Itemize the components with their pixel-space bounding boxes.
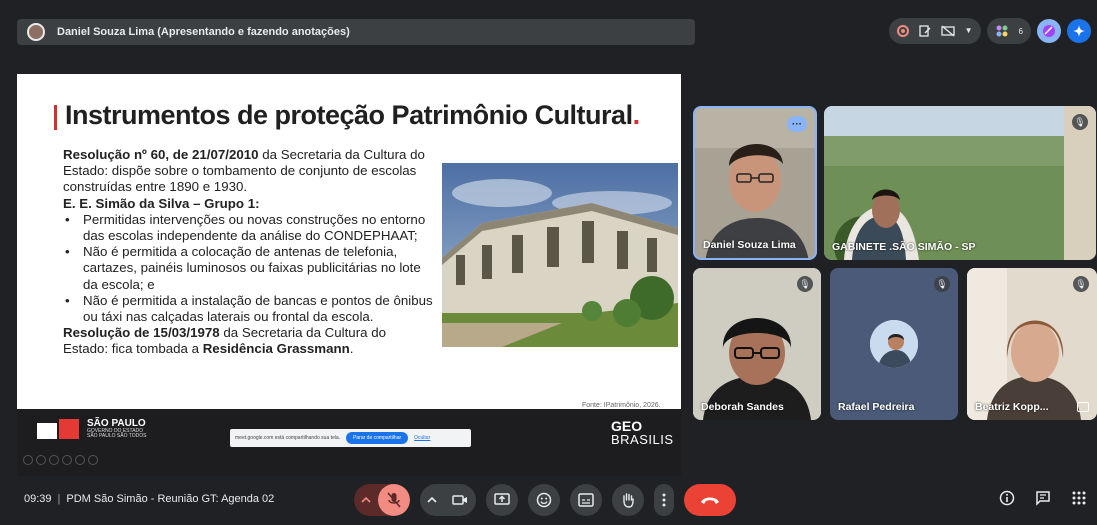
side-panel-controls [997, 486, 1089, 510]
top-controls: ▼ 6 [888, 17, 1091, 45]
paragraph-resolucao-1978: Resolução de 15/03/1978 da Secretaria da… [63, 325, 433, 357]
leave-call-button[interactable] [684, 484, 736, 516]
meet-window: Daniel Souza Lima (Apresentando e fazend… [0, 0, 1097, 525]
slide-title: Instrumentos de proteção Patrimônio Cult… [65, 100, 640, 131]
present-icon [494, 493, 510, 505]
raise-hand-icon [623, 493, 634, 508]
zoom-icon[interactable] [62, 455, 72, 465]
resolucao-1978-bold: Resolução de 15/03/1978 [63, 325, 220, 341]
sp-logo-icon [37, 419, 82, 443]
presenter-avatar [27, 23, 45, 41]
resolucao-1978-end: . [349, 341, 354, 357]
present-off-icon[interactable] [940, 25, 955, 37]
top-tools-pill: ▼ [888, 18, 981, 44]
mic-off-icon: 🎙 [934, 276, 950, 292]
people-pill[interactable]: 6 [986, 18, 1031, 44]
bullet-item: Permitidas intervenções ou novas constru… [63, 212, 433, 244]
share-message: meet.google.com está compartilhando sua … [235, 435, 341, 441]
hangup-icon [701, 497, 719, 504]
geo-logo-bottom: BRASILIS [611, 432, 674, 447]
participant-name: Rafael Pedreira [838, 401, 915, 413]
participant-name: Beatriz Kopp... [975, 401, 1049, 413]
participant-name: Daniel Souza Lima [703, 239, 796, 251]
chat-icon[interactable] [1033, 486, 1053, 510]
gemini-button[interactable] [1067, 19, 1091, 43]
camera-icon [452, 495, 467, 505]
meeting-time: 09:39 [24, 493, 52, 505]
participant-tile[interactable]: 🎙 Rafael Pedreira [830, 268, 958, 420]
reactions-button[interactable] [528, 484, 560, 516]
camera-group [420, 484, 476, 516]
stop-sharing-button[interactable]: Parar de compartilhar [346, 432, 409, 444]
avatar [870, 320, 918, 368]
slide-nav [23, 455, 98, 465]
hide-notice-link[interactable]: Ocultar [414, 435, 430, 441]
pen-icon[interactable] [49, 455, 59, 465]
image-caption: Fonte: IPatrimônio, 2026. [582, 402, 661, 409]
call-controls [354, 484, 736, 516]
bullet-item: Não é permitida a colocação de antenas d… [63, 244, 433, 293]
shared-slide: Instrumentos de proteção Patrimônio Cult… [17, 74, 681, 476]
more-options-icon[interactable]: ··· [787, 116, 807, 132]
participant-name: GABINETE .SÃO SIMÃO - SP [832, 241, 976, 253]
sp-logo: SÃO PAULO GOVERNO DO ESTADO SÃO PAULO SÃ… [87, 419, 146, 439]
participant-video [824, 106, 1096, 260]
title-accent-bar [54, 105, 57, 130]
slides-icon[interactable] [75, 455, 85, 465]
residencia-grassmann: Residência Grassmann [202, 341, 350, 357]
options-icon[interactable] [88, 455, 98, 465]
people-icon [995, 24, 1009, 38]
mic-group [354, 484, 410, 516]
mic-off-icon: 🎙 [1072, 114, 1088, 130]
mic-off-icon: 🎙 [797, 276, 813, 292]
next-slide-icon[interactable] [36, 455, 46, 465]
mic-off-icon [387, 492, 401, 508]
chevron-down-icon[interactable]: ▼ [965, 27, 973, 35]
participant-tile[interactable]: 🎙 Beatriz Kopp... [967, 268, 1097, 420]
mic-off-icon: 🎙 [1073, 276, 1089, 292]
mic-off-button[interactable] [378, 484, 410, 516]
participant-count: 6 [1018, 26, 1023, 36]
emoji-icon [536, 492, 552, 508]
mic-options-chevron-icon[interactable] [354, 484, 378, 516]
paragraph-resolucao-60: Resolução nº 60, de 21/07/2010 da Secret… [63, 147, 433, 196]
separator: | [57, 493, 61, 505]
slide-footer: SÃO PAULO GOVERNO DO ESTADO SÃO PAULO SÃ… [17, 409, 681, 476]
apps-icon[interactable] [1069, 486, 1089, 510]
record-icon[interactable] [896, 25, 909, 37]
slide-title-text: Instrumentos de proteção Patrimônio Cult… [65, 100, 633, 130]
raise-hand-button[interactable] [612, 484, 644, 516]
camera-button[interactable] [444, 484, 476, 516]
present-button[interactable] [486, 484, 518, 516]
meeting-title: PDM São Simão - Reunião GT: Agenda 02 [66, 493, 275, 505]
participant-name: Deborah Sandes [701, 401, 784, 413]
bullet-item: Não é permitida a instalação de bancas e… [63, 293, 433, 325]
meeting-info: 09:39 | PDM São Simão - Reunião GT: Agenda… [24, 493, 274, 505]
pip-icon[interactable] [1077, 402, 1089, 412]
sp-logo-tagline: SÃO PAULO SÃO TODOS [87, 433, 147, 439]
captions-button[interactable] [570, 484, 602, 516]
geobrasilis-logo: GEO BRASILIS [611, 419, 674, 446]
slide-title-dot: . [632, 100, 641, 130]
prev-slide-icon[interactable] [23, 455, 33, 465]
school-building-photo [442, 163, 678, 347]
subheading-text: E. E. Simão da Silva – Grupo 1: [63, 195, 260, 211]
screen-share-notice: meet.google.com está compartilhando sua … [230, 429, 471, 447]
camera-options-chevron-icon[interactable] [420, 484, 444, 516]
slide-body: Resolução nº 60, de 21/07/2010 da Secret… [63, 147, 433, 358]
participant-tile[interactable]: 🎙 GABINETE .SÃO SIMÃO - SP [824, 106, 1096, 260]
more-vert-icon [662, 493, 666, 507]
participant-tile[interactable]: 🎙 Deborah Sandes [693, 268, 821, 420]
info-icon[interactable] [997, 486, 1017, 510]
annotate-icon[interactable] [918, 25, 931, 37]
more-options-button[interactable] [654, 484, 674, 516]
participant-tile[interactable]: ··· Daniel Souza Lima [693, 106, 817, 260]
subheading: E. E. Simão da Silva – Grupo 1: [63, 196, 433, 212]
geo-logo-top: GEO [611, 418, 643, 434]
presenter-bar: Daniel Souza Lima (Apresentando e fazend… [17, 19, 695, 45]
captions-icon [578, 493, 594, 507]
presenter-label: Daniel Souza Lima (Apresentando e fazend… [57, 26, 350, 38]
resolucao-60-bold: Resolução nº 60, de 21/07/2010 [63, 147, 259, 162]
effects-button[interactable] [1037, 19, 1061, 43]
